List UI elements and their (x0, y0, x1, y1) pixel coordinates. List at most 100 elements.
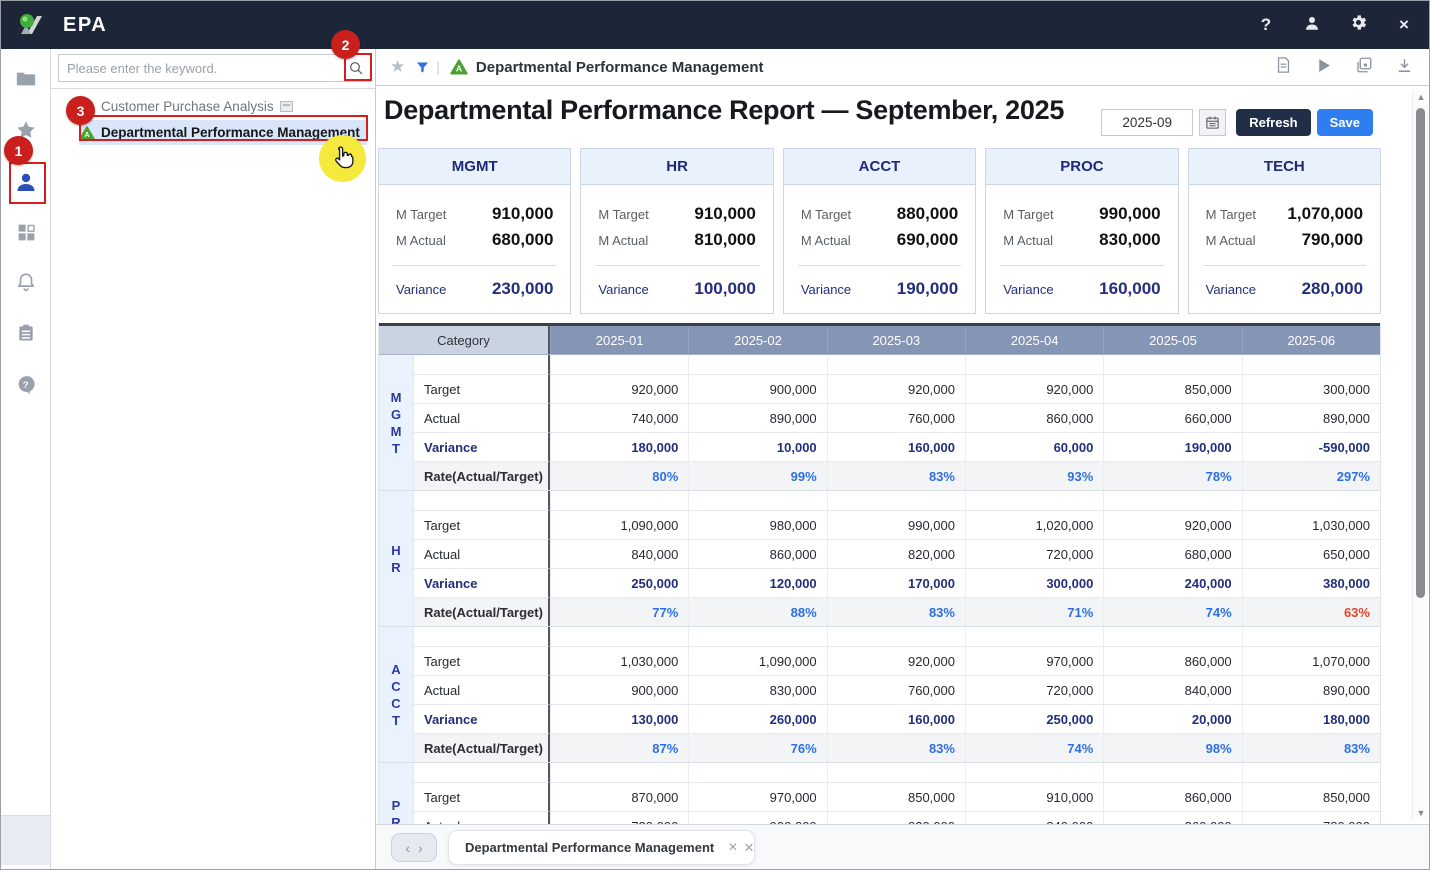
save-all-icon[interactable] (1355, 56, 1373, 79)
month-header-cell[interactable]: 2025-01 (550, 326, 688, 354)
vertical-scrollbar[interactable]: ▲ ▼ (1412, 90, 1428, 820)
refresh-button[interactable]: Refresh (1236, 109, 1310, 136)
target-value-cell: 920,000 (827, 374, 965, 403)
variance-value-cell: 250,000 (965, 704, 1103, 733)
actual-value-cell: 890,000 (1242, 403, 1380, 432)
kpi-value: 190,000 (897, 279, 958, 299)
cursor-highlight (319, 135, 366, 182)
target-value-cell: 970,000 (688, 782, 826, 811)
kpi-value: 880,000 (897, 204, 958, 224)
item-window-icon[interactable] (280, 101, 293, 112)
report-controls: Refresh Save (1101, 109, 1373, 136)
svg-text:A: A (456, 64, 462, 74)
calendar-icon[interactable] (1199, 109, 1226, 136)
app-logo[interactable] (15, 10, 49, 40)
actual-value-cell: 780,000 (1242, 811, 1380, 824)
month-header-cell[interactable]: 2025-03 (827, 326, 965, 354)
scroll-up-icon[interactable]: ▲ (1413, 90, 1429, 104)
variance-value-cell: 380,000 (1242, 568, 1380, 597)
target-value-cell: 1,020,000 (965, 510, 1103, 539)
target-value-cell: 920,000 (965, 374, 1103, 403)
spacer-cell (1242, 627, 1380, 646)
spacer-cell (1103, 763, 1241, 782)
kpi-target-row: M Target910,000 (379, 201, 570, 227)
kpi-dept-name[interactable]: MGMT (379, 149, 570, 185)
kpi-variance-row: Variance190,000 (784, 276, 975, 302)
month-picker-input[interactable] (1101, 109, 1193, 136)
kpi-actual-row: M Actual810,000 (581, 227, 772, 253)
tab-close-icon[interactable]: × (728, 839, 737, 857)
close-all-tabs-icon[interactable]: × (744, 838, 754, 858)
clipboard-icon[interactable] (1, 313, 51, 353)
close-icon[interactable]: × (1393, 15, 1415, 35)
variance-value-cell: 250,000 (550, 568, 688, 597)
spacer-cell (965, 355, 1103, 374)
actual-value-cell: 860,000 (688, 539, 826, 568)
crumb-divider: | (436, 59, 440, 75)
table-body: MGMTTarget920,000900,000920,000920,00085… (379, 355, 1380, 824)
category-header-cell: Category (379, 326, 550, 354)
kpi-divider (1203, 265, 1366, 266)
spacer-cell (414, 763, 550, 782)
kpi-label: M Actual (1003, 233, 1053, 248)
rate-value-cell: 98% (1103, 733, 1241, 762)
tab-next-icon[interactable]: › (418, 840, 423, 856)
save-button[interactable]: Save (1317, 109, 1373, 136)
kpi-target-row: M Target910,000 (581, 201, 772, 227)
kpi-dept-name[interactable]: ACCT (784, 149, 975, 185)
spacer-cell (688, 491, 826, 510)
gear-icon[interactable] (1347, 13, 1369, 37)
actual-value-cell: 830,000 (688, 675, 826, 704)
actual-value-cell: 740,000 (550, 403, 688, 432)
group-letter: T (392, 440, 400, 457)
document-icon[interactable] (1275, 56, 1292, 79)
variance-value-cell: 60,000 (965, 432, 1103, 461)
month-header-cell[interactable]: 2025-05 (1103, 326, 1241, 354)
search-input[interactable] (59, 61, 342, 76)
kpi-card-body: M Target910,000M Actual810,000Variance10… (581, 185, 772, 302)
help-icon[interactable]: ? (1255, 15, 1277, 35)
annotation-badge-3: 3 (66, 96, 95, 125)
kpi-target-row: M Target990,000 (986, 201, 1177, 227)
month-header-cell[interactable]: 2025-04 (965, 326, 1103, 354)
kpi-divider (595, 265, 758, 266)
main-area: ★ | A Departmental Performance Managemen… (376, 49, 1429, 869)
bell-icon[interactable] (1, 262, 51, 302)
dashboard-grid-icon[interactable] (1, 212, 51, 252)
scroll-down-icon[interactable]: ▼ (1413, 806, 1429, 820)
kpi-label: M Target (801, 207, 851, 222)
kpi-dept-name[interactable]: TECH (1189, 149, 1380, 185)
help-bubble-icon[interactable]: ? (1, 364, 51, 404)
month-header-cell[interactable]: 2025-06 (1242, 326, 1380, 354)
scrollbar-thumb[interactable] (1416, 108, 1425, 598)
tab-prev-icon[interactable]: ‹ (405, 840, 410, 856)
row-label-rate: Rate(Actual/Target) (414, 597, 550, 626)
rate-value-cell: 76% (688, 733, 826, 762)
page-title: Departmental Performance Report — Septem… (384, 95, 1064, 126)
rate-value-cell: 63% (1242, 597, 1380, 626)
actual-value-cell: 890,000 (688, 403, 826, 432)
table-section-acct: ACCTTarget1,030,0001,090,000920,000970,0… (379, 627, 1380, 763)
rate-value-cell: 80% (550, 461, 688, 490)
tab-departmental-performance-management[interactable]: Departmental Performance Management × (448, 830, 755, 865)
month-header-cell[interactable]: 2025-02 (688, 326, 826, 354)
filter-funnel-icon[interactable] (415, 60, 430, 75)
breadcrumb-title: Departmental Performance Management (476, 59, 764, 76)
favorite-star-icon[interactable]: ★ (390, 57, 405, 77)
download-icon[interactable] (1396, 57, 1413, 79)
actual-value-cell: 840,000 (965, 811, 1103, 824)
target-value-cell: 1,090,000 (688, 646, 826, 675)
actual-value-cell: 890,000 (1242, 675, 1380, 704)
kpi-dept-name[interactable]: PROC (986, 149, 1177, 185)
kpi-dept-name[interactable]: HR (581, 149, 772, 185)
actual-value-cell: 760,000 (827, 675, 965, 704)
spacer-cell (414, 627, 550, 646)
row-label-target: Target (414, 782, 550, 811)
annotation-badge-2: 2 (331, 30, 360, 59)
folder-icon[interactable] (1, 59, 51, 99)
user-icon[interactable] (1301, 14, 1323, 37)
breadcrumb-bar: ★ | A Departmental Performance Managemen… (376, 49, 1429, 86)
target-value-cell: 1,090,000 (550, 510, 688, 539)
run-play-icon[interactable] (1315, 57, 1332, 79)
kpi-variance-row: Variance160,000 (986, 276, 1177, 302)
